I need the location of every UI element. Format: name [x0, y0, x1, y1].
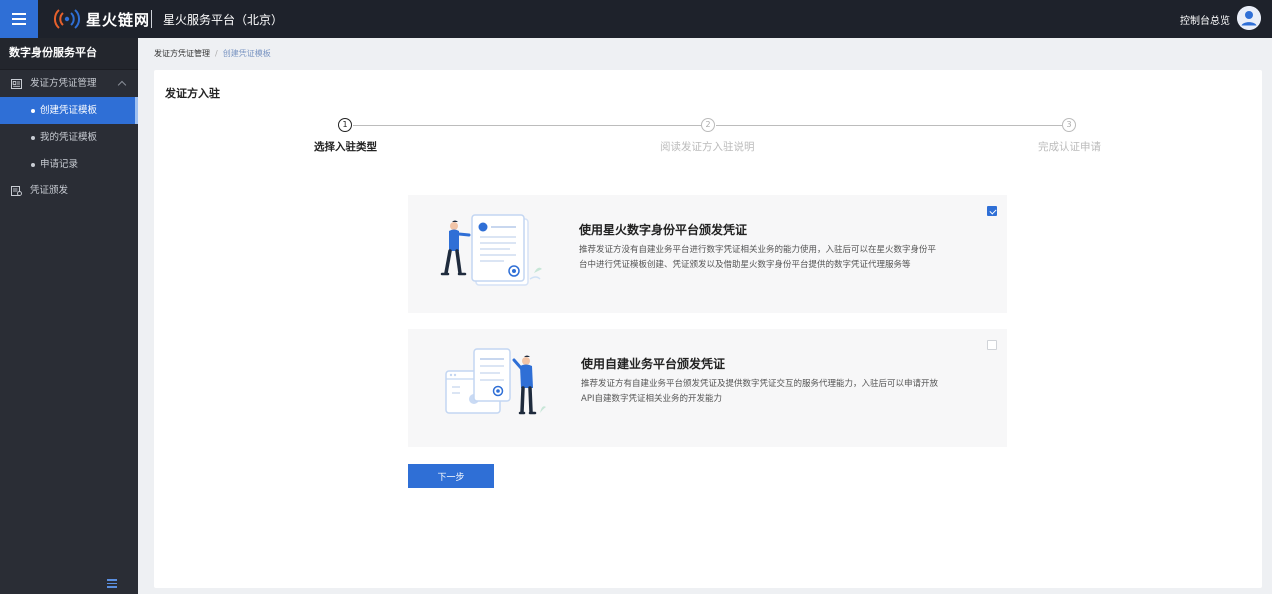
sidebar: 数字身份服务平台 发证方凭证管理 创建凭证模板 我的凭证模板 申请记录 凭证颁发	[0, 38, 138, 594]
issue-certificate-icon	[11, 186, 22, 196]
hamburger-icon	[12, 13, 26, 25]
step-2-circle: 2	[701, 118, 715, 132]
breadcrumb-current: 创建凭证模板	[222, 49, 271, 58]
option-checkbox[interactable]	[987, 340, 997, 350]
breadcrumb-parent[interactable]: 发证方凭证管理	[154, 49, 210, 58]
step-connector	[353, 125, 701, 126]
sidebar-title: 数字身份服务平台	[0, 38, 138, 70]
menu-toggle-button[interactable]	[0, 0, 38, 38]
option-self-built-issue[interactable]: 使用自建业务平台颁发凭证 推荐发证方有自建业务平台颁发凭证及提供数字凭证交互的服…	[408, 329, 1007, 447]
platform-title: 星火服务平台（北京）	[163, 13, 284, 27]
top-bar: 星火链网 星火服务平台（北京） 控制台总览	[0, 0, 1272, 38]
self-built-platform-illustration	[445, 348, 546, 415]
step-3-circle: 3	[1062, 118, 1076, 132]
console-overview-link[interactable]: 控制台总览	[1180, 12, 1230, 27]
sidebar-group-label: 凭证颁发	[30, 185, 69, 196]
option-description: 推荐发证方没有自建业务平台进行数字凭证相关业务的能力使用，入驻后可以在星火数字身…	[579, 243, 936, 273]
sidebar-item-application-records[interactable]: 申请记录	[0, 151, 138, 178]
option-title: 使用星火数字身份平台颁发凭证	[579, 223, 748, 237]
step-1-circle: 1	[338, 118, 352, 132]
step-1-label: 选择入驻类型	[314, 141, 377, 153]
sidebar-group-issue-credential[interactable]: 凭证颁发	[0, 178, 138, 204]
sidebar-item-label: 我的凭证模板	[40, 132, 98, 143]
collapse-sidebar-icon[interactable]	[107, 579, 117, 588]
certificate-management-icon	[11, 79, 22, 89]
option-platform-issue[interactable]: 使用星火数字身份平台颁发凭证 推荐发证方没有自建业务平台进行数字凭证相关业务的能…	[408, 195, 1007, 313]
sidebar-item-my-templates[interactable]: 我的凭证模板	[0, 124, 138, 151]
sidebar-item-label: 申请记录	[40, 159, 79, 170]
main-panel: 发证方入驻 1 2 3 选择入驻类型 阅读发证方入驻说明 完成认证申请 使用星火…	[154, 70, 1262, 588]
sidebar-group-label: 发证方凭证管理	[30, 78, 97, 89]
sidebar-item-label: 创建凭证模板	[40, 105, 98, 116]
option-desc-line: 台中进行凭证模板创建、凭证颁发以及借助星火数字身份平台提供的数字凭证代理服务等	[579, 260, 911, 270]
option-desc-line: 推荐发证方有自建业务平台颁发凭证及提供数字凭证交互的服务代理能力，入驻后可以申请…	[581, 379, 939, 389]
option-description: 推荐发证方有自建业务平台颁发凭证及提供数字凭证交互的服务代理能力，入驻后可以申请…	[581, 377, 938, 407]
option-desc-line: API自建数字凭证相关业务的开发能力	[581, 394, 722, 404]
logo[interactable]: 星火链网	[52, 7, 150, 31]
step-2-label: 阅读发证方入驻说明	[660, 141, 755, 153]
sidebar-group-credential-management[interactable]: 发证方凭证管理	[0, 71, 138, 97]
option-desc-line: 推荐发证方没有自建业务平台进行数字凭证相关业务的能力使用，入驻后可以在星火数字身…	[579, 245, 937, 255]
signal-logo-icon	[53, 9, 81, 29]
chevron-up-icon	[117, 80, 127, 90]
breadcrumb-separator: /	[215, 49, 218, 58]
option-title: 使用自建业务平台颁发凭证	[581, 357, 726, 371]
user-icon	[1237, 6, 1261, 30]
option-checkbox[interactable]	[987, 206, 997, 216]
steps-indicator: 1 2 3 选择入驻类型 阅读发证方入驻说明 完成认证申请	[154, 70, 1262, 170]
step-3-label: 完成认证申请	[1038, 141, 1101, 153]
sidebar-item-create-template[interactable]: 创建凭证模板	[0, 97, 138, 124]
step-connector	[716, 125, 1062, 126]
breadcrumb: 发证方凭证管理 / 创建凭证模板	[154, 48, 271, 59]
next-step-button[interactable]: 下一步	[408, 464, 494, 488]
logo-text: 星火链网	[86, 10, 151, 29]
user-avatar[interactable]	[1237, 6, 1261, 30]
person-certificate-illustration	[440, 214, 542, 286]
header-divider	[151, 10, 152, 28]
